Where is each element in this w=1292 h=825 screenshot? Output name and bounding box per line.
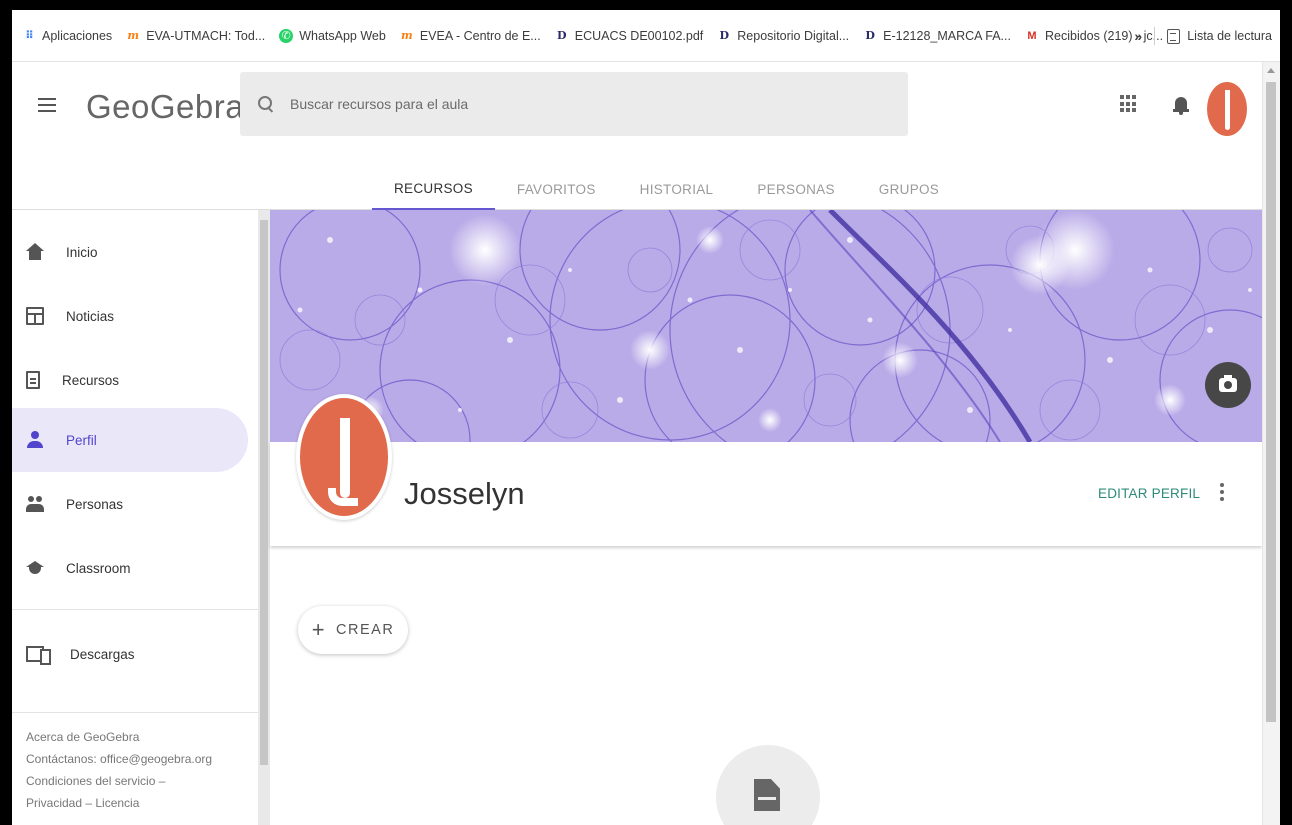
bookmark-label: WhatsApp Web [299, 28, 386, 43]
about-link[interactable]: Acerca de GeoGebra [26, 726, 212, 748]
bookmark-evea[interactable]: m EVEA - Centro de E... [400, 29, 541, 43]
notifications-bell-icon[interactable] [1172, 95, 1190, 115]
divider [12, 712, 258, 713]
sidebar-item-descargas[interactable]: Descargas [12, 622, 248, 686]
more-options-icon[interactable] [1220, 483, 1224, 503]
person-icon [26, 431, 44, 449]
change-cover-camera-icon[interactable] [1205, 362, 1251, 408]
sidebar-item-classroom[interactable]: Classroom [12, 536, 248, 600]
devices-icon [26, 645, 51, 665]
bookmark-eva-utmach[interactable]: m EVA-UTMACH: Tod... [126, 29, 265, 43]
scroll-up-arrow-icon[interactable] [1267, 68, 1275, 73]
apps-grid-icon[interactable] [1120, 95, 1138, 113]
app-header: GeoGebra RECURSOS FAVORITOS HISTORIAL PE… [12, 62, 1280, 210]
school-icon [26, 559, 44, 577]
bookmarks-right: » Lista de lectura [1134, 10, 1272, 62]
tab-personas[interactable]: PERSONAS [735, 168, 856, 210]
search-input[interactable] [290, 96, 870, 112]
moodle-icon: m [127, 29, 139, 42]
sidebar-item-label: Noticias [66, 308, 115, 324]
fractal-banner-image [270, 210, 1262, 442]
terms-link[interactable]: Condiciones del servicio – [26, 770, 212, 792]
dspace-icon: D [556, 29, 567, 42]
bookmark-label: E-12128_MARCA FA... [883, 28, 1011, 43]
profile-banner [270, 210, 1262, 442]
more-bookmarks-button[interactable]: » [1134, 28, 1142, 44]
search-icon[interactable] [258, 96, 274, 112]
empty-state-illustration [716, 745, 820, 825]
document-icon [26, 371, 40, 389]
user-avatar[interactable] [1207, 82, 1247, 136]
sidebar-item-label: Inicio [66, 244, 98, 260]
bookmark-label: Repositorio Digital... [737, 28, 850, 43]
plus-icon: + [311, 617, 327, 642]
sidebar-item-label: Recursos [62, 372, 120, 388]
bookmarks-bar: ⠿ Aplicaciones m EVA-UTMACH: Tod... ✆ Wh… [12, 10, 1280, 62]
privacy-license-links[interactable]: Privacidad – Licencia [26, 792, 212, 814]
bookmark-aplicaciones[interactable]: ⠿ Aplicaciones [22, 29, 112, 43]
tab-grupos[interactable]: GRUPOS [857, 168, 961, 210]
profile-avatar[interactable] [296, 394, 392, 520]
moodle-icon: m [401, 29, 413, 42]
create-button-label: CREAR [336, 622, 395, 638]
document-icon [754, 779, 780, 811]
sidebar-item-perfil[interactable]: Perfil [12, 408, 248, 472]
bookmark-label: EVEA - Centro de E... [419, 28, 541, 43]
search-bar[interactable] [240, 72, 908, 136]
sidebar-item-personas[interactable]: Personas [12, 472, 248, 536]
tab-historial[interactable]: HISTORIAL [618, 168, 736, 210]
sidebar-item-label: Perfil [66, 432, 97, 448]
tab-favoritos[interactable]: FAVORITOS [495, 168, 618, 210]
sidebar-item-label: Classroom [66, 560, 131, 576]
browser-window: ⠿ Aplicaciones m EVA-UTMACH: Tod... ✆ Wh… [12, 10, 1280, 825]
hamburger-menu-icon[interactable] [38, 98, 56, 112]
page-scrollbar-thumb[interactable] [1266, 82, 1276, 722]
sidebar-item-recursos[interactable]: Recursos [12, 348, 248, 412]
home-icon [26, 243, 44, 261]
bookmark-label: ECUACS DE00102.pdf [574, 28, 704, 43]
contact-link[interactable]: Contáctanos: office@geogebra.org [26, 748, 212, 770]
apps-grid-icon: ⠿ [25, 30, 34, 42]
divider [12, 609, 258, 610]
geogebra-logo[interactable]: GeoGebra [86, 88, 244, 126]
reading-list-icon[interactable] [1167, 28, 1181, 44]
bookmark-ecuacs-pdf[interactable]: D ECUACS DE00102.pdf [555, 28, 704, 43]
dspace-icon: D [719, 29, 730, 42]
tab-bar: RECURSOS FAVORITOS HISTORIAL PERSONAS GR… [372, 168, 961, 210]
people-icon [26, 495, 44, 513]
bookmark-label: Aplicaciones [42, 28, 113, 43]
news-icon [26, 307, 44, 325]
divider [1154, 27, 1156, 45]
dspace-icon: D [865, 29, 875, 42]
gmail-icon: M [1027, 29, 1037, 42]
sidebar-scrollbar[interactable] [258, 210, 270, 825]
sidebar-item-inicio[interactable]: Inicio [12, 220, 248, 284]
whatsapp-icon: ✆ [279, 28, 294, 43]
edit-profile-button[interactable]: EDITAR PERFIL [1098, 486, 1200, 501]
sidebar-item-noticias[interactable]: Noticias [12, 284, 248, 348]
profile-name: Josselyn [404, 476, 525, 511]
bookmark-repositorio[interactable]: D Repositorio Digital... [717, 28, 850, 43]
create-button[interactable]: + CREAR [298, 606, 408, 654]
bookmark-label: EVA-UTMACH: Tod... [146, 28, 266, 43]
bookmark-whatsapp[interactable]: ✆ WhatsApp Web [279, 28, 386, 43]
bookmark-e12128[interactable]: D E-12128_MARCA FA... [863, 29, 1011, 43]
sidebar-item-label: Personas [66, 496, 124, 512]
sidebar-item-label: Descargas [70, 646, 135, 662]
tab-recursos[interactable]: RECURSOS [372, 168, 495, 210]
sidebar-footer: Acerca de GeoGebra Contáctanos: office@g… [26, 726, 212, 814]
reading-list-button[interactable]: Lista de lectura [1187, 29, 1272, 43]
